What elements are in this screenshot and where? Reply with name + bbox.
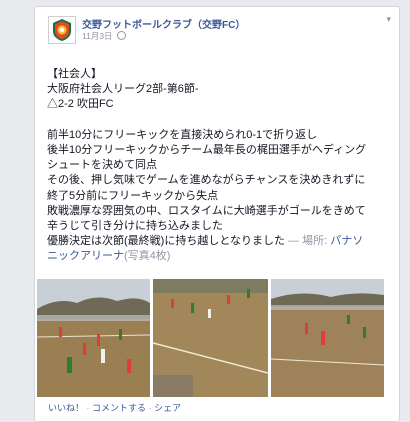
page-avatar[interactable] — [48, 16, 76, 44]
comment-link[interactable]: コメントする — [92, 403, 146, 413]
photo-count[interactable]: (写真4枚) — [124, 250, 170, 262]
post-line: シュートを決めて同点 — [47, 159, 157, 172]
post-line: 前半10分にフリーキックを直接決められ0-1で折り返し — [47, 128, 318, 141]
post-line: 後半10分フリーキックからチーム最年長の梶田選手がヘディング — [47, 144, 367, 156]
page-name-link[interactable]: 交野フットボールクラブ（交野FC） — [82, 16, 245, 31]
separator: · — [148, 403, 152, 413]
post-line-text: 優勝決定は次節(最終戦)に持ち越しとなりました — [47, 235, 285, 248]
place-prefix: — 場所: — [288, 235, 328, 248]
chevron-down-icon[interactable]: ▾ — [386, 15, 391, 24]
post-line — [47, 113, 395, 128]
post-actions: いいね！ · コメントする · シェア — [48, 401, 181, 414]
post-line: 敗戦濃厚な雰囲気の中、ロスタイムに大崎選手がゴールをきめて — [47, 204, 366, 217]
post-line: その後、押し気味でゲームを進めながらチャンスを決めきれずに — [47, 174, 366, 187]
post-line: 【社会人】 — [47, 68, 102, 80]
separator: · — [86, 403, 90, 413]
post-line-last: 優勝決定は次節(最終戦)に持ち越しとなりました — 場所: パナソ — [47, 234, 395, 249]
post-line: △2-2 吹田FC — [47, 98, 114, 111]
place-link-cont[interactable]: ニックアリーナ — [47, 250, 124, 262]
post-line: 辛うじて引き分けに持ち込みました — [47, 220, 223, 233]
photo-grid — [35, 279, 399, 399]
post-date[interactable]: 11月3日 — [82, 31, 113, 41]
photo-2[interactable] — [153, 279, 268, 397]
photo-3[interactable] — [271, 279, 384, 397]
photo-1[interactable] — [37, 279, 150, 397]
post-meta: 11月3日 — [82, 30, 126, 42]
club-logo-icon — [49, 17, 75, 43]
share-link[interactable]: シェア — [154, 403, 181, 413]
post-line: 終了5分前にフリーキックから失点 — [47, 189, 219, 202]
globe-icon — [116, 31, 126, 40]
post-line: 大阪府社会人リーグ2部-第6節- — [47, 83, 199, 96]
like-link[interactable]: いいね！ — [48, 403, 84, 413]
post-line-place: ニックアリーナ(写真4枚) — [47, 249, 395, 264]
post-message: 【社会人】 大阪府社会人リーグ2部-第6節- △2-2 吹田FC 前半10分にフ… — [47, 67, 395, 265]
place-link[interactable]: パナソ — [330, 235, 363, 247]
post-card: 交野フットボールクラブ（交野FC） 11月3日 ▾ 【社会人】 大阪府社会人リー… — [34, 6, 400, 422]
